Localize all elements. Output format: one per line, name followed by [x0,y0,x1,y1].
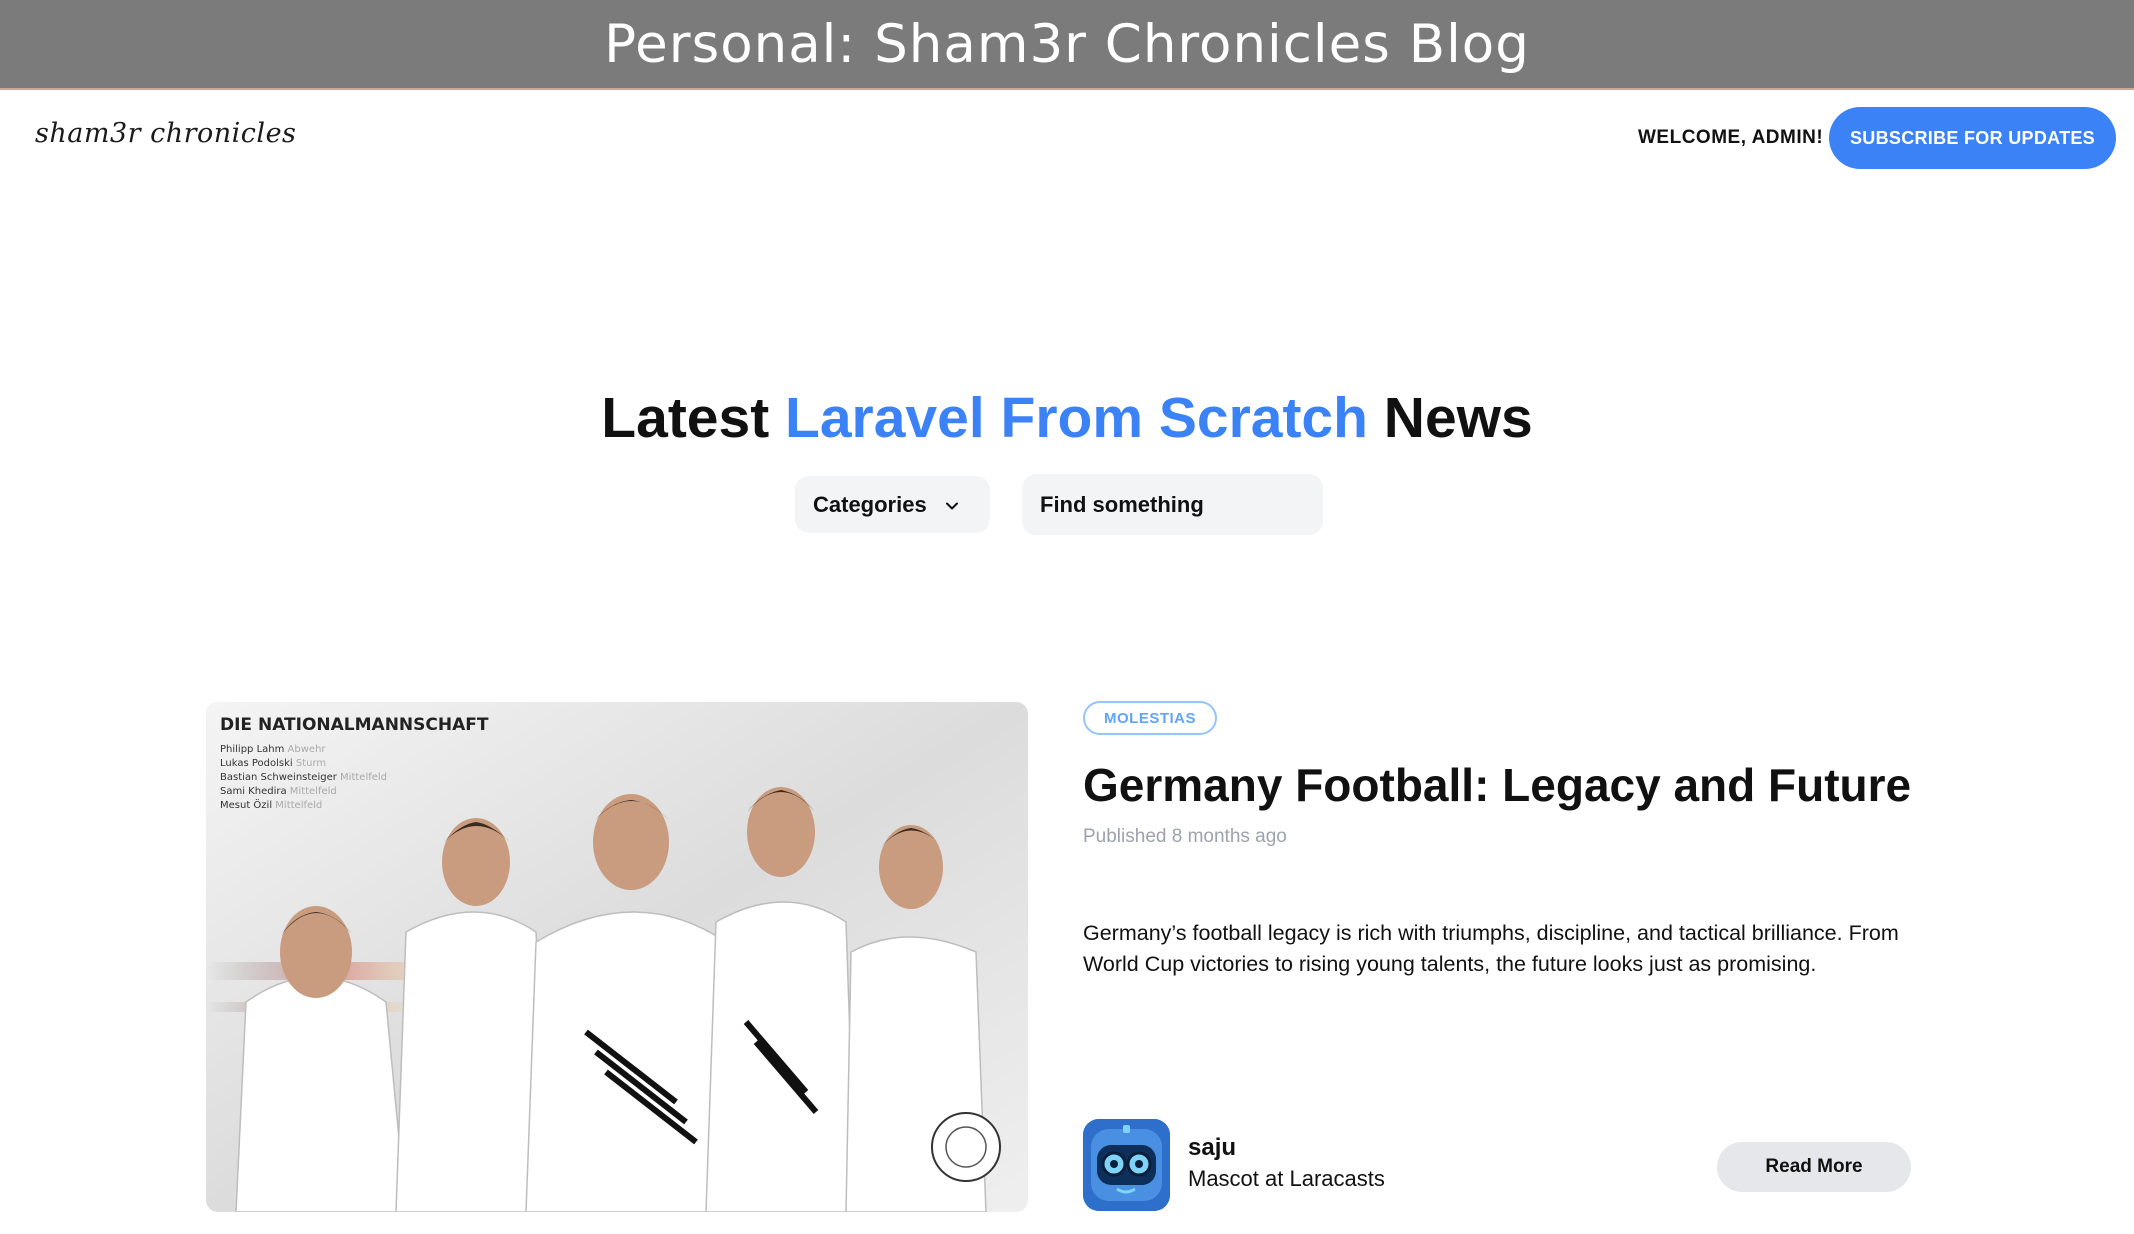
headline-suffix: News [1367,386,1533,450]
mascot-icon [1083,1119,1170,1211]
categories-label: Categories [813,491,927,517]
player-name: Lukas Podolski [220,758,293,769]
player-position: Mittelfeld [290,786,337,797]
player-name: Mesut Özil [220,798,272,811]
headline-accent: Laravel From Scratch [785,386,1368,450]
post-thumbnail[interactable]: DIE NATIONALMANNSCHAFT Philipp Lahm Abwe… [206,702,1028,1212]
welcome-message: WELCOME, ADMIN! [1638,127,1824,148]
player-position: Abwehr [288,744,327,755]
player-position: Mittelfeld [275,800,322,811]
search-input[interactable] [1040,491,1323,518]
team-photo: DIE NATIONALMANNSCHAFT Philipp Lahm Abwe… [206,702,1028,1212]
svg-text:Sami Khedira Mittelfeld: Sami Khedira Mittelfeld [220,786,337,797]
author-name: saju [1188,1134,1237,1161]
author-role: Mascot at Laracasts [1188,1166,1385,1191]
photo-heading: DIE NATIONALMANNSCHAFT [220,715,489,735]
player-name: Philipp Lahm [220,744,284,755]
svg-text:Lukas Podolski Sturm: Lukas Podolski Sturm [220,758,326,769]
category-badge[interactable]: MOLESTIAS [1083,701,1218,735]
svg-text:Bastian Schweinsteiger Mittelf: Bastian Schweinsteiger Mittelfeld [220,772,387,783]
author-avatar [1083,1119,1170,1211]
subscribe-button[interactable]: SUBSCRIBE FOR UPDATES [1829,107,2116,169]
site-logo[interactable]: sham3r chronicles [35,118,296,149]
player-position: Mittelfeld [340,772,387,783]
headline-prefix: Latest [601,386,786,450]
post-excerpt: Germany’s football legacy is rich with t… [1083,921,1899,976]
published-date: Published 8 months ago [1083,826,1287,848]
page-headline: Latest Laravel From Scratch News [0,385,2134,451]
published-time: 8 months ago [1171,826,1287,847]
search-field[interactable] [1022,474,1323,535]
published-prefix: Published [1083,826,1172,847]
player-name: Bastian Schweinsteiger [220,772,338,783]
chevron-down-icon [946,502,958,510]
window-title-bar: Personal: Sham3r Chronicles Blog [0,0,2134,90]
player-name: Sami Khedira [220,786,287,797]
window-title: Personal: Sham3r Chronicles Blog [604,13,1530,75]
post-title[interactable]: Germany Football: Legacy and Future [1083,758,1911,812]
categories-dropdown[interactable]: Categories [795,476,990,533]
player-position: Sturm [296,758,326,769]
svg-text:Mesut Özil Mittelfeld: Mesut Özil Mittelfeld [220,798,322,811]
svg-text:Philipp Lahm Abwehr: Philipp Lahm Abwehr [220,744,326,755]
read-more-button[interactable]: Read More [1717,1142,1911,1192]
